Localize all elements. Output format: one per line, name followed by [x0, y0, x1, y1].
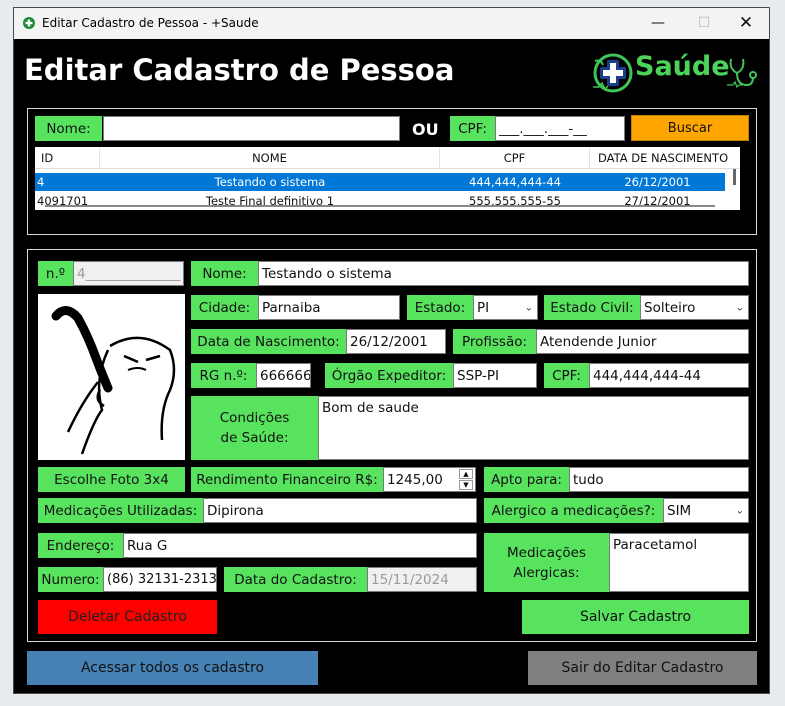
apto-input[interactable]: tudo — [569, 467, 749, 492]
chevron-down-icon[interactable]: ⌄ — [736, 302, 744, 313]
search-frame: Nome: OU CPF: ___.___.___-__ Buscar ID N… — [27, 108, 757, 235]
minimize-icon[interactable]: — — [635, 8, 681, 39]
escolhe-foto-button[interactable]: Escolhe Foto 3x4 — [38, 467, 185, 492]
sair-editar-button[interactable]: Sair do Editar Cadastro — [528, 651, 757, 685]
endereco-label: Endereço: — [38, 533, 123, 558]
spin-down-icon[interactable]: ▼ — [459, 480, 473, 490]
chevron-down-icon[interactable]: ⌄ — [736, 505, 744, 516]
window-content: Editar Cadastro de Pessoa Saúde Nome: OU… — [14, 39, 769, 693]
cell-data: 27/12/2001 — [624, 194, 691, 208]
profissao-label: Profissão: — [453, 329, 536, 354]
numero-tel-input[interactable]: (86) 32131-2313 — [103, 567, 217, 592]
page-title: Editar Cadastro de Pessoa — [24, 53, 455, 87]
rendimento-spinbox[interactable]: 1245,00 ▲ ▼ — [383, 467, 476, 492]
profissao-input[interactable]: Atendende Junior — [536, 329, 749, 354]
numero-tel-label: Numero: — [38, 567, 103, 592]
buscar-button[interactable]: Buscar — [631, 115, 749, 141]
col-data-header[interactable]: DATA DE NASCIMENTO — [590, 147, 730, 169]
horizontal-scrollbar[interactable] — [45, 205, 715, 207]
orgao-input[interactable]: SSP-PI — [453, 363, 537, 388]
cpf-input[interactable]: 444,444,444-44 — [589, 363, 749, 388]
endereco-input[interactable]: Rua G — [123, 533, 477, 558]
numero-label: n.º — [38, 261, 73, 286]
estado-label: Estado: — [407, 295, 473, 320]
cell-id: 4 — [37, 175, 45, 189]
orgao-label: Órgão Expeditor: — [325, 363, 453, 388]
app-window: Editar Cadastro de Pessoa - +Saude — ☐ ✕… — [13, 7, 770, 694]
logo-text: Saúde — [635, 51, 730, 82]
chevron-down-icon[interactable]: ⌄ — [525, 302, 533, 313]
cidade-label: Cidade: — [191, 295, 258, 320]
logo: Saúde — [591, 49, 761, 97]
stethoscope-icon — [727, 58, 757, 89]
deletar-cadastro-button[interactable]: Deletar Cadastro — [38, 600, 217, 634]
table-row[interactable]: 4 Testando o sistema 444,444,444-44 26/1… — [35, 173, 725, 191]
rg-label: RG n.º: — [191, 363, 256, 388]
cell-cpf: 555,555,555-55 — [469, 194, 561, 208]
numero-input[interactable]: 4______________ — [73, 261, 184, 286]
salvar-cadastro-button[interactable]: Salvar Cadastro — [522, 600, 749, 634]
estado-select[interactable]: PI ⌄ — [473, 295, 538, 320]
search-nome-label: Nome: — [35, 116, 102, 141]
condicoes-label: Condições de Saúde: — [191, 396, 318, 460]
estado-civil-select[interactable]: Solteiro ⌄ — [640, 295, 749, 320]
photo-3x4 — [38, 294, 185, 460]
search-cpf-label: CPF: — [450, 116, 495, 141]
data-cadastro-input[interactable]: 15/11/2024 — [367, 567, 477, 592]
cell-cpf: 444,444,444-44 — [469, 175, 561, 189]
alergico-value: SIM — [667, 502, 692, 519]
med-alergicas-textarea[interactable]: Paracetamol — [609, 533, 749, 592]
search-cpf-input[interactable]: ___.___.___-__ — [495, 116, 625, 141]
medicacoes-label: Medicações Utilizadas: — [38, 498, 203, 523]
nascimento-input[interactable]: 26/12/2001 — [346, 329, 446, 354]
nascimento-label: Data de Nascimento: — [191, 329, 346, 354]
cell-nome: Testando o sistema — [214, 175, 326, 189]
col-cpf-header[interactable]: CPF — [440, 147, 590, 169]
rendimento-value: 1245,00 — [387, 471, 443, 488]
cell-data: 26/12/2001 — [624, 175, 691, 189]
estado-value: PI — [477, 299, 490, 316]
health-plus-icon — [593, 53, 633, 93]
med-alergicas-label: Medicações Alergicas: — [484, 533, 609, 592]
table-row[interactable]: 4091701 Teste Final definitivo 1 555,555… — [35, 192, 725, 210]
close-icon[interactable]: ✕ — [723, 8, 769, 39]
results-table[interactable]: ID NOME CPF DATA DE NASCIMENTO 4 Testand… — [35, 147, 740, 210]
cell-nome: Teste Final definitivo 1 — [205, 194, 335, 208]
med-alergicas-label-line2: Alergicas: — [513, 564, 580, 581]
search-nome-input[interactable] — [103, 116, 400, 141]
rendimento-label: Rendimento Financeiro R$: — [191, 467, 383, 492]
col-id-header[interactable]: ID — [35, 147, 100, 169]
acessar-cadastros-button[interactable]: Acessar todos os cadastro — [27, 651, 318, 685]
estado-civil-value: Solteiro — [644, 299, 696, 316]
rg-input[interactable]: 666666 — [256, 363, 311, 388]
vertical-scrollbar[interactable] — [733, 169, 736, 185]
condicoes-label-line1: Condições — [219, 410, 290, 426]
cpf-label: CPF: — [544, 363, 589, 388]
cell-id: 4091701 — [37, 194, 89, 208]
data-cadastro-label: Data do Cadastro: — [224, 567, 367, 592]
alergico-label: Alergico a medicações?: — [484, 498, 663, 523]
med-alergicas-label-line1: Medicações — [507, 544, 586, 561]
nome-input[interactable]: Testando o sistema — [258, 261, 749, 286]
cidade-input[interactable]: Parnaiba — [258, 295, 400, 320]
apto-label: Apto para: — [484, 467, 569, 492]
condicoes-label-line2: de Saúde: — [220, 430, 289, 446]
table-header: ID NOME CPF DATA DE NASCIMENTO — [35, 147, 740, 169]
alergico-select[interactable]: SIM ⌄ — [663, 498, 749, 523]
col-nome-header[interactable]: NOME — [100, 147, 440, 169]
nome-label: Nome: — [191, 261, 258, 286]
app-icon — [23, 17, 35, 29]
medicacoes-input[interactable]: Dipirona — [203, 498, 477, 523]
spin-up-icon[interactable]: ▲ — [459, 469, 473, 479]
photo-drawing — [51, 306, 176, 455]
title-bar: Editar Cadastro de Pessoa - +Saude — ☐ ✕ — [14, 8, 769, 39]
maximize-icon[interactable]: ☐ — [681, 8, 727, 39]
ou-label: OU — [412, 120, 439, 139]
form-frame: n.º 4______________ Nome: Testando o sis… — [27, 249, 757, 642]
condicoes-textarea[interactable]: Bom de saude — [318, 396, 749, 460]
window-title: Editar Cadastro de Pessoa - +Saude — [42, 16, 259, 30]
estado-civil-label: Estado Civil: — [544, 295, 640, 320]
